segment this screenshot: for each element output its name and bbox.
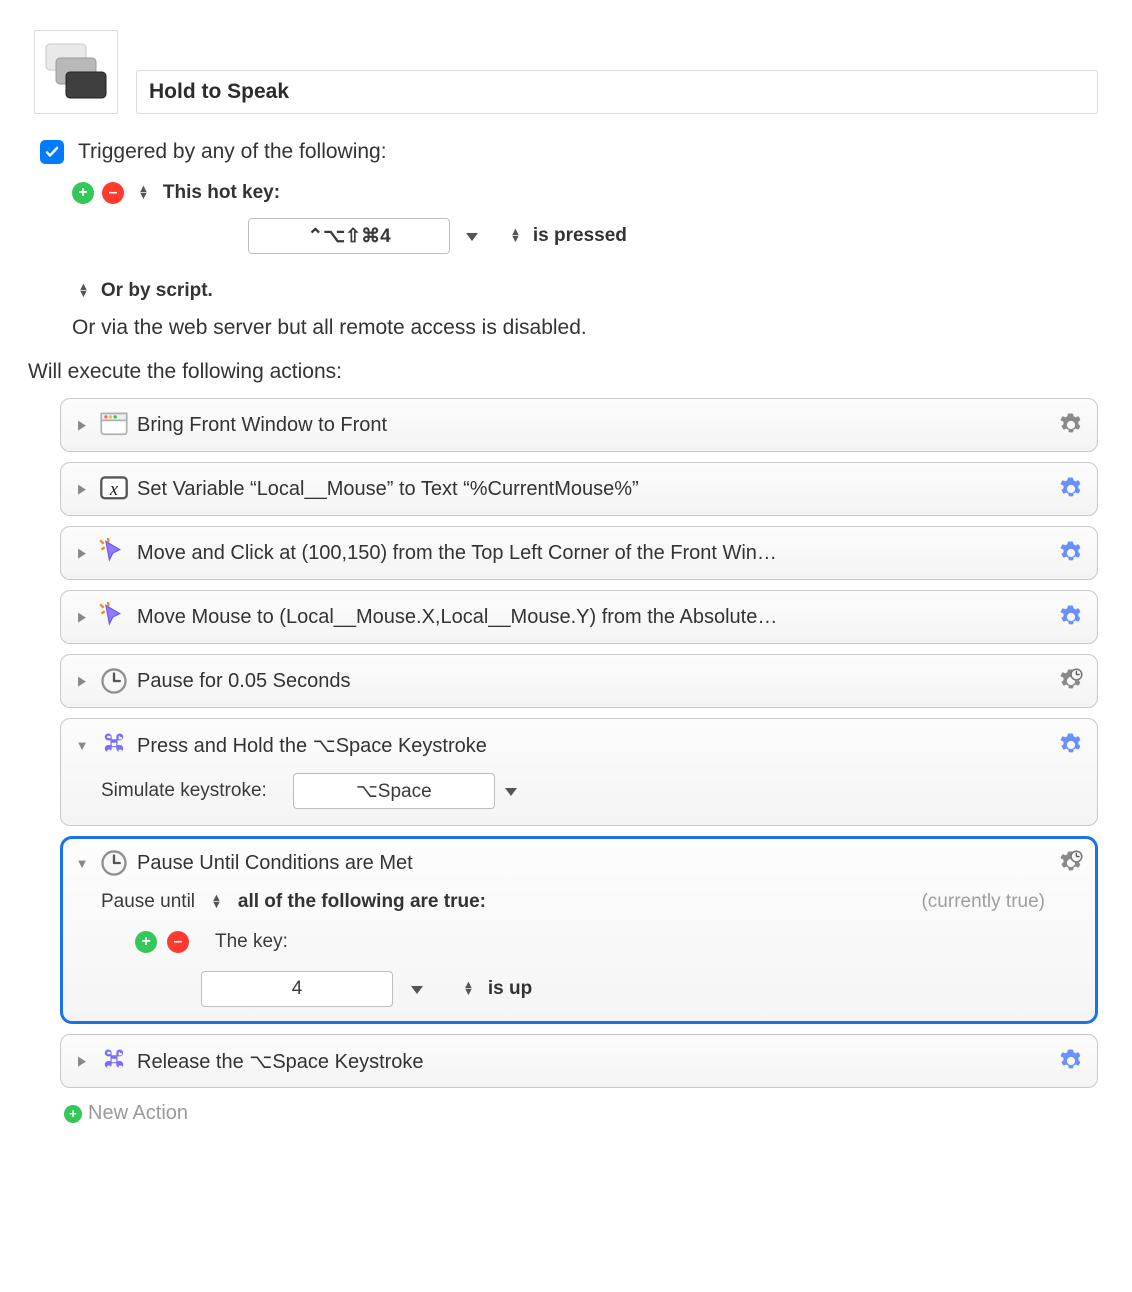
gear-icon[interactable] <box>1057 411 1085 439</box>
disclosure-icon[interactable] <box>73 738 91 753</box>
disclosure-icon[interactable] <box>73 545 91 561</box>
hotkey-dropdown[interactable] <box>466 225 478 247</box>
pause-until-label: Pause until <box>101 891 195 913</box>
simulate-keystroke-label: Simulate keystroke: <box>101 780 267 802</box>
match-label: all of the following are true: <box>238 891 486 913</box>
window-icon <box>99 410 129 440</box>
action-title: Move and Click at (100,150) from the Top… <box>137 542 1049 565</box>
disclosure-icon[interactable] <box>73 417 91 433</box>
or-script-label: Or by script. <box>101 280 213 302</box>
clock-icon <box>99 848 129 878</box>
action-title: Pause for 0.05 Seconds <box>137 670 1049 693</box>
gear-icon[interactable] <box>1057 475 1085 503</box>
command-icon <box>99 730 129 760</box>
action-move-click[interactable]: Move and Click at (100,150) from the Top… <box>60 526 1098 580</box>
gear-clock-icon[interactable] <box>1057 667 1085 695</box>
condition-key-value: 4 <box>292 978 303 1000</box>
action-set-variable[interactable]: Set Variable “Local__Mouse” to Text “%Cu… <box>60 462 1098 516</box>
action-pause-until[interactable]: Pause Until Conditions are Met Pause unt… <box>60 836 1098 1024</box>
action-title: Pause Until Conditions are Met <box>137 852 1049 875</box>
trigger-label: Triggered by any of the following: <box>78 140 387 164</box>
disclosure-icon[interactable] <box>73 609 91 625</box>
hotkey-state: is pressed <box>533 225 627 247</box>
disclosure-icon[interactable] <box>73 481 91 497</box>
clock-icon <box>99 666 129 696</box>
gear-icon[interactable] <box>1057 603 1085 631</box>
disclosure-icon[interactable] <box>73 1053 91 1069</box>
action-release-keystroke[interactable]: Release the ⌥Space Keystroke <box>60 1034 1098 1088</box>
variable-icon <box>99 474 129 504</box>
keystroke-value: ⌥Space <box>356 780 432 803</box>
or-web-label: Or via the web server but all remote acc… <box>72 316 587 340</box>
click-cursor-icon <box>99 602 129 632</box>
command-icon <box>99 1046 129 1076</box>
condition-key-field[interactable]: 4 <box>201 971 393 1007</box>
trigger-type-stepper[interactable] <box>138 186 149 200</box>
action-title: Set Variable “Local__Mouse” to Text “%Cu… <box>137 478 1049 501</box>
action-bring-front-window[interactable]: Bring Front Window to Front <box>60 398 1098 452</box>
actions-section-label: Will execute the following actions: <box>28 360 1098 384</box>
condition-status: (currently true) <box>921 891 1045 913</box>
disclosure-icon[interactable] <box>73 673 91 689</box>
gear-icon[interactable] <box>1057 539 1085 567</box>
gear-icon[interactable] <box>1057 731 1085 759</box>
gear-icon[interactable] <box>1057 1047 1085 1075</box>
action-title: Bring Front Window to Front <box>137 414 1049 437</box>
action-title: Press and Hold the ⌥Space Keystroke <box>137 733 1049 758</box>
trigger-enabled-checkbox[interactable] <box>40 140 64 164</box>
gear-clock-icon[interactable] <box>1057 849 1085 877</box>
action-press-hold-keystroke[interactable]: Press and Hold the ⌥Space Keystroke Simu… <box>60 718 1098 826</box>
trigger-hotkey-label: This hot key: <box>163 182 280 204</box>
new-action-label: New Action <box>88 1102 188 1125</box>
macro-name-field[interactable]: Hold to Speak <box>136 70 1098 114</box>
click-cursor-icon <box>99 538 129 568</box>
condition-state-stepper[interactable] <box>463 982 474 996</box>
hotkey-field[interactable]: ⌃⌥⇧⌘4 <box>248 218 450 254</box>
hotkey-value: ⌃⌥⇧⌘4 <box>307 225 390 248</box>
match-type-stepper[interactable] <box>211 895 222 909</box>
action-pause[interactable]: Pause for 0.05 Seconds <box>60 654 1098 708</box>
action-title: Move Mouse to (Local__Mouse.X,Local__Mou… <box>137 606 1049 629</box>
condition-key-dropdown[interactable] <box>411 978 423 1000</box>
hotkey-state-stepper[interactable] <box>510 229 521 243</box>
macro-name-text: Hold to Speak <box>149 80 289 104</box>
condition-key-label: The key: <box>215 931 288 953</box>
action-title: Release the ⌥Space Keystroke <box>137 1049 1049 1074</box>
keystroke-field[interactable]: ⌥Space <box>293 773 495 809</box>
add-trigger-button[interactable]: + <box>72 182 94 204</box>
remove-trigger-button[interactable]: – <box>102 182 124 204</box>
keystroke-dropdown[interactable] <box>505 780 517 802</box>
add-condition-button[interactable]: + <box>135 931 157 953</box>
new-action-button[interactable]: + New Action <box>64 1102 1098 1125</box>
action-move-mouse[interactable]: Move Mouse to (Local__Mouse.X,Local__Mou… <box>60 590 1098 644</box>
macro-icon[interactable] <box>34 30 118 114</box>
disclosure-icon[interactable] <box>73 856 91 871</box>
plus-icon: + <box>64 1105 82 1123</box>
condition-state: is up <box>488 978 532 1000</box>
remove-condition-button[interactable]: – <box>167 931 189 953</box>
or-by-type-stepper[interactable] <box>78 284 89 298</box>
action-list: Bring Front Window to Front Set Variable… <box>60 398 1098 1088</box>
